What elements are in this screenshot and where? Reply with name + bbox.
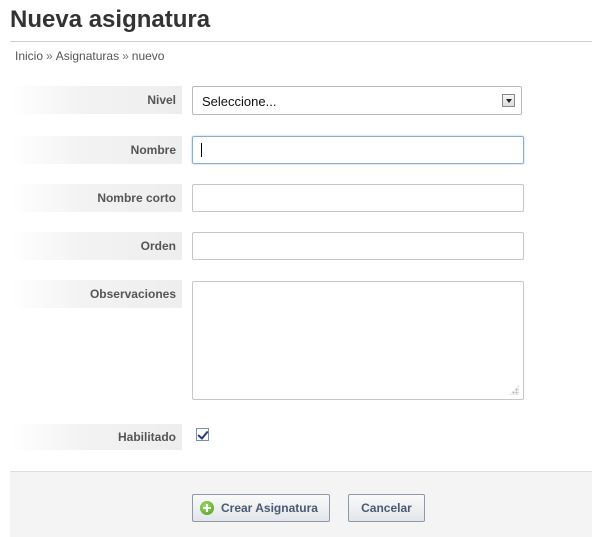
form-row-observaciones: Observaciones — [10, 280, 582, 400]
form-row-orden: Orden — [10, 232, 582, 260]
nombre-corto-label: Nombre corto — [10, 184, 182, 212]
text-cursor — [201, 143, 202, 157]
form-row-nombre-corto: Nombre corto — [10, 184, 582, 212]
cancel-button[interactable]: Cancelar — [348, 494, 425, 522]
observaciones-label: Observaciones — [10, 280, 182, 308]
form-row-nombre: Nombre — [10, 136, 582, 164]
create-asignatura-button[interactable]: Crear Asignatura — [192, 494, 330, 522]
habilitado-checkbox[interactable] — [196, 428, 209, 441]
plus-circle-icon — [200, 501, 214, 515]
breadcrumb-item-inicio[interactable]: Inicio — [15, 49, 43, 63]
nivel-label: Nivel — [10, 86, 182, 114]
resize-grip-icon[interactable] — [509, 385, 519, 395]
chevron-down-icon[interactable] — [502, 94, 515, 107]
orden-label: Orden — [10, 232, 182, 260]
nombre-corto-input[interactable] — [192, 184, 524, 212]
form-actions: Crear Asignatura Cancelar — [10, 471, 592, 537]
form-row-habilitado: Habilitado — [10, 424, 582, 450]
title-divider — [10, 41, 592, 42]
breadcrumb: Inicio» Asignaturas» nuevo — [15, 49, 164, 63]
nivel-select[interactable]: Seleccione... — [192, 86, 522, 115]
breadcrumb-separator: » — [46, 49, 53, 63]
nivel-selected-value: Seleccione... — [202, 94, 277, 109]
orden-input[interactable] — [192, 232, 524, 260]
breadcrumb-item-asignaturas[interactable]: Asignaturas — [56, 49, 119, 63]
page-title: Nueva asignatura — [10, 6, 211, 33]
observaciones-textarea[interactable] — [192, 281, 524, 400]
breadcrumb-item-current: nuevo — [131, 49, 165, 63]
create-button-label: Crear Asignatura — [221, 501, 318, 515]
nombre-input[interactable] — [192, 136, 524, 164]
form-row-nivel: Nivel Seleccione... — [10, 86, 582, 116]
nombre-label: Nombre — [10, 136, 182, 164]
habilitado-label: Habilitado — [10, 424, 182, 450]
breadcrumb-separator: » — [122, 49, 129, 63]
